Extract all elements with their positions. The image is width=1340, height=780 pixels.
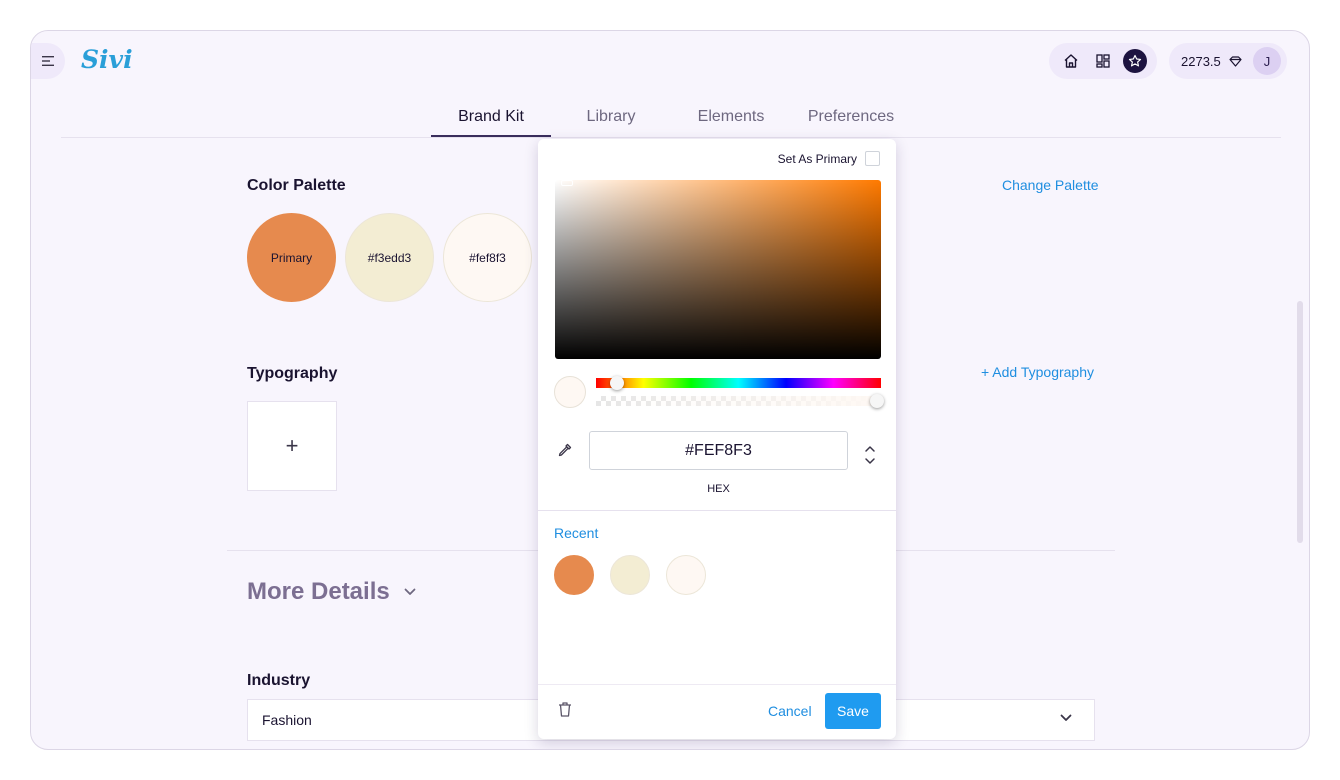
set-as-primary-checkbox[interactable] (865, 151, 880, 166)
grid-icon (1096, 54, 1110, 68)
typography-title: Typography (247, 365, 338, 382)
eyedropper-button[interactable] (557, 442, 573, 458)
saturation-handle[interactable] (561, 180, 573, 186)
industry-label: Industry (247, 672, 311, 689)
page-scrollbar[interactable] (1297, 301, 1303, 543)
recent-label: Recent (554, 525, 599, 541)
topbar-icon-group (1049, 43, 1157, 79)
avatar[interactable]: J (1253, 47, 1281, 75)
industry-value: Fashion (262, 712, 312, 728)
hue-slider[interactable] (596, 378, 881, 388)
save-button[interactable]: Save (825, 693, 881, 729)
palette-swatch-2[interactable]: #f3edd3 (345, 213, 434, 302)
palette-swatch-primary[interactable]: Primary (247, 213, 336, 302)
picker-divider (538, 510, 896, 511)
more-details-toggle[interactable]: More Details (247, 578, 416, 606)
change-palette-link[interactable]: Change Palette (1002, 177, 1099, 193)
swatch-label: #fef8f3 (469, 250, 506, 265)
recent-swatch-3[interactable] (666, 555, 706, 595)
tab-preferences[interactable]: Preferences (791, 101, 911, 137)
recent-swatch-2[interactable] (610, 555, 650, 595)
tab-library[interactable]: Library (551, 101, 671, 137)
eyedropper-icon (558, 443, 572, 457)
more-details-title: More Details (247, 578, 390, 605)
menu-icon (42, 56, 54, 66)
chevron-updown-icon (865, 446, 875, 464)
color-mode-toggle[interactable] (864, 444, 876, 466)
trash-icon (559, 702, 571, 717)
chevron-down-icon (404, 588, 416, 596)
home-button[interactable] (1059, 49, 1083, 73)
star-icon (1128, 54, 1142, 67)
tab-elements[interactable]: Elements (671, 101, 791, 137)
add-typography-tile[interactable]: + (247, 401, 337, 491)
credits-badge[interactable]: 2273.5 J (1169, 43, 1287, 79)
recent-swatch-1[interactable] (554, 555, 594, 595)
color-preview (554, 376, 586, 408)
menu-button[interactable] (31, 43, 65, 79)
set-as-primary-option[interactable]: Set As Primary (778, 151, 880, 166)
gem-icon (1229, 55, 1242, 67)
hex-mode-label: HEX (707, 483, 730, 495)
tab-divider (61, 137, 1281, 138)
swatch-label: #f3edd3 (367, 250, 412, 265)
color-picker-popover: Set As Primary #FEF8F3 HEX Recent Cancel… (538, 139, 896, 739)
color-palette-title: Color Palette (247, 177, 346, 194)
alpha-slider-handle[interactable] (870, 394, 884, 408)
add-typography-link[interactable]: + Add Typography (981, 364, 1094, 380)
alpha-slider[interactable] (596, 396, 881, 406)
logo[interactable]: Sivi (81, 45, 133, 74)
saturation-area[interactable] (555, 180, 881, 359)
hue-slider-handle[interactable] (610, 376, 624, 390)
chevron-down-icon (1060, 714, 1072, 722)
dashboard-button[interactable] (1091, 49, 1115, 73)
picker-footer-divider (538, 684, 896, 685)
cancel-button[interactable]: Cancel (768, 703, 812, 719)
tab-bar: Brand Kit Library Elements Preferences (431, 101, 911, 137)
home-icon (1064, 54, 1078, 68)
swatch-label: Primary (270, 250, 313, 265)
favorites-button[interactable] (1123, 49, 1147, 73)
tab-brand-kit[interactable]: Brand Kit (431, 101, 551, 137)
set-as-primary-label: Set As Primary (777, 151, 857, 166)
credits-value: 2273.5 (1181, 53, 1221, 69)
app-window: Sivi 2273.5 J Brand Kit Library Elements… (30, 30, 1310, 750)
palette-swatch-3[interactable]: #fef8f3 (443, 213, 532, 302)
hex-input[interactable]: #FEF8F3 (589, 431, 848, 470)
delete-color-button[interactable] (557, 701, 573, 718)
